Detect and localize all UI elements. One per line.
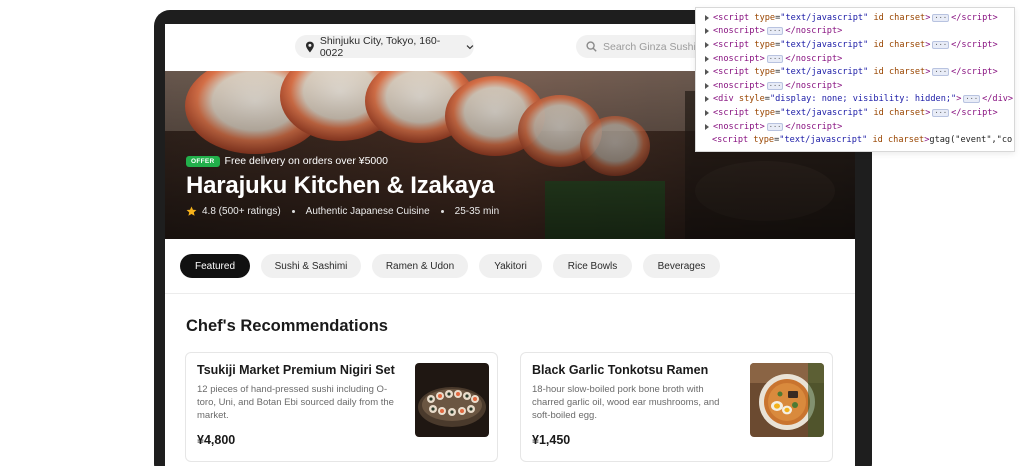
dom-node-div[interactable]: <div style = "display: none; visibility: h… xyxy=(696,93,1014,107)
delivery-time: 25-35 min xyxy=(454,206,500,217)
dom-node-script-gtag[interactable]: <script type = "text/javascript" id charse… xyxy=(696,133,1014,147)
tab-ramen-udon[interactable]: Ramen & Udon xyxy=(372,254,468,278)
offer-badge: OFFER xyxy=(186,155,220,167)
cuisine-text: Authentic Japanese Cuisine xyxy=(305,206,430,217)
location-text: Shinjuku City, Tokyo, 160-0022 xyxy=(319,34,441,59)
menu-item-card[interactable]: Tsukiji Market Premium Nigiri Set 12 pie… xyxy=(185,352,498,462)
expand-arrow-icon[interactable] xyxy=(705,41,709,48)
tab-label: Ramen & Udon xyxy=(385,260,455,272)
ellipsis-icon[interactable]: ··· xyxy=(932,108,950,117)
tab-label: Beverages xyxy=(657,260,706,272)
section-title: Chef's Recommendations xyxy=(186,317,388,335)
dom-node-script[interactable]: <script type = "text/javascript" id charse… xyxy=(696,65,1014,79)
ellipsis-icon[interactable]: ··· xyxy=(963,95,981,104)
tab-yakitori[interactable]: Yakitori xyxy=(479,254,542,278)
ellipsis-icon[interactable]: ··· xyxy=(766,27,784,36)
ellipsis-icon[interactable]: ··· xyxy=(766,81,784,90)
tab-featured[interactable]: Featured xyxy=(180,254,250,278)
menu-item-title: Tsukiji Market Premium Nigiri Set xyxy=(197,363,395,377)
dom-node-script[interactable]: <script type = "text/javascript" id charse… xyxy=(696,38,1014,52)
expand-arrow-icon[interactable] xyxy=(705,28,709,35)
location-pin-icon xyxy=(305,41,314,52)
ellipsis-icon[interactable]: ··· xyxy=(932,40,950,49)
nigiri-platter-image xyxy=(415,363,489,437)
separator-dot xyxy=(440,210,444,213)
restaurant-meta: 4.8 (500+ ratings) Authentic Japanese Cu… xyxy=(186,206,499,217)
div-style-value: "display: none; visibility: hidden;" xyxy=(769,94,957,105)
dom-node-script[interactable]: <script type = "text/javascript" id charse… xyxy=(696,11,1014,25)
ellipsis-icon[interactable]: ··· xyxy=(932,68,950,77)
offer-row: OFFER Free delivery on orders over ¥5000 xyxy=(186,155,499,167)
ellipsis-icon[interactable]: ··· xyxy=(766,122,784,131)
menu-item-image xyxy=(750,363,824,437)
ellipsis-icon[interactable]: ··· xyxy=(766,54,784,63)
tab-sushi-sashimi[interactable]: Sushi & Sashimi xyxy=(261,254,361,278)
menu-item-price: ¥4,800 xyxy=(197,433,236,447)
menu-item-title: Black Garlic Tonkotsu Ramen xyxy=(532,363,709,377)
dom-node-noscript[interactable]: <noscript> ··· </noscript> xyxy=(696,79,1014,93)
gtag-code: gtag("event","co xyxy=(929,135,1013,146)
search-icon xyxy=(586,41,597,52)
ramen-bowl-image xyxy=(750,363,824,437)
offer-text: Free delivery on orders over ¥5000 xyxy=(224,155,388,167)
menu-item-description: 12 pieces of hand-pressed sushi includin… xyxy=(197,384,394,421)
menu-item-card[interactable]: Black Garlic Tonkotsu Ramen 18-hour slow… xyxy=(520,352,833,462)
expand-arrow-icon[interactable] xyxy=(705,96,709,103)
expand-arrow-icon[interactable] xyxy=(705,82,709,89)
tab-label: Rice Bowls xyxy=(567,260,618,272)
menu-item-image xyxy=(415,363,489,437)
rating-text: 4.8 (500+ ratings) xyxy=(202,206,281,217)
restaurant-name: Harajuku Kitchen & Izakaya xyxy=(186,172,495,199)
expand-arrow-icon[interactable] xyxy=(705,109,709,116)
dom-node-noscript[interactable]: <noscript> ··· </noscript> xyxy=(696,25,1014,39)
devtools-elements-panel: <script type = "text/javascript" id charse… xyxy=(695,7,1015,152)
dom-node-script[interactable]: <script type = "text/javascript" id charse… xyxy=(696,106,1014,120)
menu-item-description: 18-hour slow-boiled pork bone broth with… xyxy=(532,384,720,421)
menu-item-price: ¥1,450 xyxy=(532,433,571,447)
tab-beverages[interactable]: Beverages xyxy=(643,254,720,278)
tab-rice-bowls[interactable]: Rice Bowls xyxy=(553,254,632,278)
category-tabs: Featured Sushi & Sashimi Ramen & Udon Ya… xyxy=(180,254,731,278)
tab-label: Sushi & Sashimi xyxy=(274,260,348,272)
expand-arrow-icon[interactable] xyxy=(705,14,709,21)
dom-node-noscript[interactable]: <noscript> ··· </noscript> xyxy=(696,52,1014,66)
hero-content: OFFER Free delivery on orders over ¥5000… xyxy=(186,155,499,217)
tab-label: Featured xyxy=(194,260,236,272)
divider xyxy=(165,293,855,294)
chevron-down-icon xyxy=(466,44,474,49)
ellipsis-icon[interactable]: ··· xyxy=(932,13,950,22)
separator-dot xyxy=(291,210,295,213)
star-icon xyxy=(186,206,197,216)
expand-arrow-icon[interactable] xyxy=(705,123,709,130)
location-selector[interactable]: Shinjuku City, Tokyo, 160-0022 xyxy=(295,34,474,59)
dom-node-noscript[interactable]: <noscript> ··· </noscript> xyxy=(696,120,1014,134)
expand-arrow-icon[interactable] xyxy=(705,55,709,62)
tab-label: Yakitori xyxy=(494,260,527,272)
expand-arrow-icon[interactable] xyxy=(705,69,709,76)
